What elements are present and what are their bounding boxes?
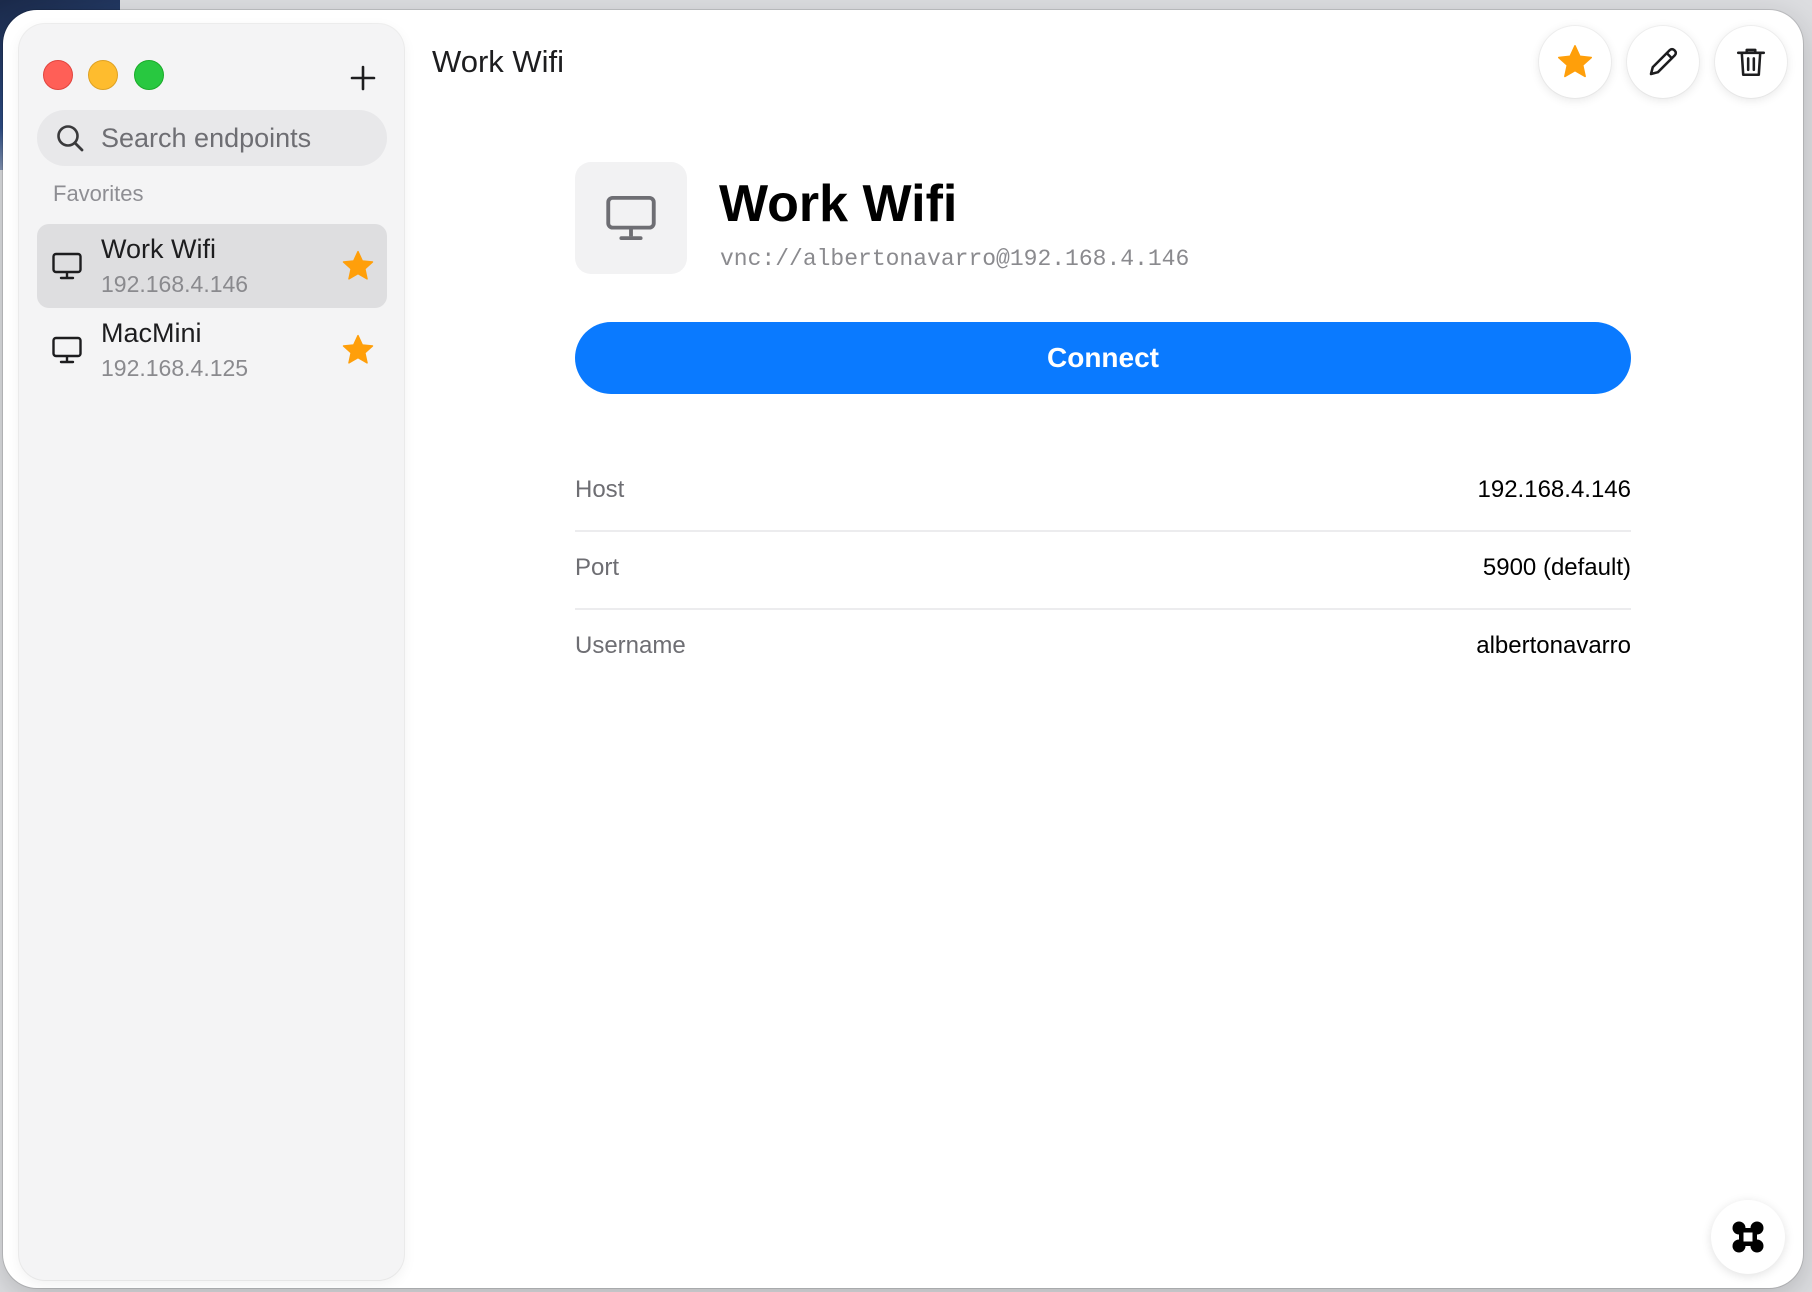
edit-button[interactable] <box>1627 26 1699 98</box>
monitor-icon <box>52 336 82 364</box>
endpoint-title: Work Wifi <box>719 175 958 233</box>
star-icon <box>1557 45 1593 78</box>
maximize-window-button[interactable] <box>134 60 164 90</box>
info-row-username: Username albertonavarro <box>575 608 1631 686</box>
app-window: Favorites Work Wifi 192.168.4.146 MacMin… <box>3 10 1803 1288</box>
window-title: Work Wifi <box>432 44 565 79</box>
endpoint-item-work-wifi[interactable]: Work Wifi 192.168.4.146 <box>37 224 387 308</box>
endpoint-url: vnc://albertonavarro@192.168.4.146 <box>720 246 1190 272</box>
minimize-window-button[interactable] <box>88 60 118 90</box>
search-field[interactable] <box>37 110 387 166</box>
pencil-icon <box>1649 47 1678 76</box>
port-label: Port <box>575 554 620 581</box>
monitor-icon <box>606 195 656 241</box>
username-label: Username <box>575 632 686 659</box>
add-endpoint-button[interactable] <box>349 64 377 92</box>
delete-button[interactable] <box>1715 26 1787 98</box>
favorites-section-label: Favorites <box>53 181 144 206</box>
info-row-host: Host 192.168.4.146 <box>575 452 1631 532</box>
search-icon <box>53 121 87 155</box>
connect-button[interactable]: Connect <box>575 322 1631 394</box>
endpoint-ip: 192.168.4.146 <box>101 271 249 297</box>
username-value: albertonavarro <box>1476 632 1631 659</box>
port-value: 5900 (default) <box>1482 554 1631 581</box>
plus-icon <box>350 65 376 91</box>
endpoint-item-macmini[interactable]: MacMini 192.168.4.125 <box>37 308 387 392</box>
favorite-star-icon[interactable] <box>341 333 375 367</box>
sidebar: Favorites Work Wifi 192.168.4.146 MacMin… <box>19 24 404 1280</box>
favorite-button[interactable] <box>1539 26 1611 98</box>
endpoint-avatar <box>575 162 687 274</box>
close-window-button[interactable] <box>43 60 73 90</box>
search-input[interactable] <box>99 121 383 155</box>
command-button[interactable] <box>1711 1200 1785 1274</box>
monitor-icon <box>52 252 82 280</box>
endpoint-ip: 192.168.4.125 <box>101 355 249 381</box>
command-icon <box>1732 1221 1764 1253</box>
endpoint-name: MacMini <box>101 318 202 348</box>
host-label: Host <box>575 476 625 503</box>
endpoint-name: Work Wifi <box>101 234 216 264</box>
favorite-star-icon[interactable] <box>341 249 375 283</box>
host-value: 192.168.4.146 <box>1477 476 1631 503</box>
trash-icon <box>1736 48 1766 77</box>
info-row-port: Port 5900 (default) <box>575 530 1631 610</box>
